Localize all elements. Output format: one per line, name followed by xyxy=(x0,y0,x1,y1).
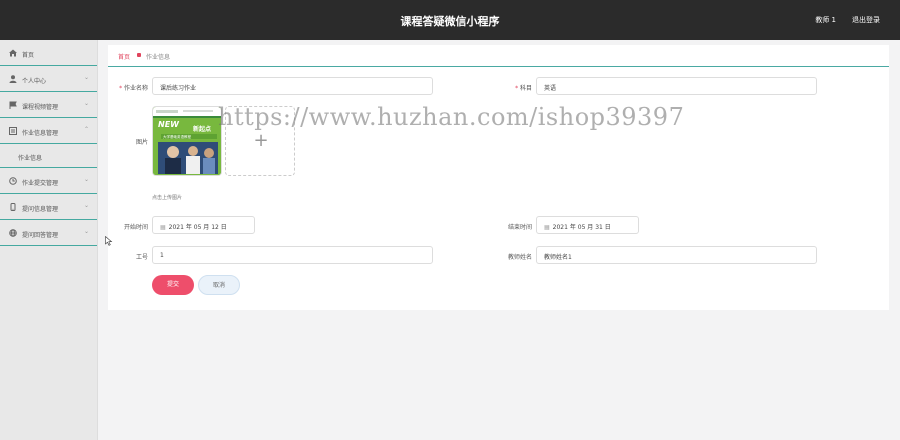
book-title: 新起点 xyxy=(193,125,211,133)
chevron-up-icon: ⌃ xyxy=(83,126,89,133)
sidebar-item-label: 提问回答管理 xyxy=(22,232,59,239)
sidebar-item-label: 个人中心 xyxy=(22,78,47,85)
book-cover-image: NEW 新起点 大学基础英语教程 xyxy=(153,107,221,175)
upload-hint: 点击上传图片 xyxy=(152,195,183,201)
sidebar-item-homework-submit[interactable]: 作业提交管理 ⌄ xyxy=(0,168,97,194)
worker-id-label: 工号 xyxy=(135,254,148,261)
top-bar: 课程答疑微信小程序 教师 1 退出登录 xyxy=(0,0,900,40)
calendar-icon: ▦ xyxy=(160,224,166,231)
end-date-picker[interactable]: ▦ 2021 年 05 月 31 日 xyxy=(536,216,639,234)
subject-label: * 科目 xyxy=(515,85,532,92)
chevron-down-icon: ⌄ xyxy=(83,176,89,183)
person-icon xyxy=(9,75,17,83)
teacher-name-input[interactable]: 教师姓名1 xyxy=(536,246,817,264)
sidebar-item-label: 首页 xyxy=(22,52,35,59)
mouse-cursor-icon xyxy=(105,236,113,246)
flag-icon xyxy=(9,101,17,109)
sidebar-item-question-info[interactable]: 提问信息管理 ⌄ xyxy=(0,194,97,220)
watermark-text: https://www.huzhan.com/ishop39397 xyxy=(218,103,685,131)
sidebar-item-label: 作业信息管理 xyxy=(22,130,59,137)
calendar-icon: ▦ xyxy=(544,224,550,231)
logout-link[interactable]: 退出登录 xyxy=(852,15,880,25)
current-user[interactable]: 教师 1 xyxy=(815,15,836,25)
globe-icon xyxy=(9,229,17,237)
plus-icon: + xyxy=(253,130,269,151)
sidebar: 首页 个人中心 ⌄ 课程视频管理 ⌄ 作业信息管理 ⌃ 作业信息 作业提交管理 … xyxy=(0,40,98,440)
image-label: 图片 xyxy=(135,139,148,146)
sidebar-item-label: 作业提交管理 xyxy=(22,180,59,187)
clock-icon xyxy=(9,177,17,185)
sidebar-item-label: 提问信息管理 xyxy=(22,206,59,213)
sidebar-item-label: 作业信息 xyxy=(18,155,43,162)
book-logo: NEW xyxy=(158,120,180,129)
name-label: * 作业名称 xyxy=(119,85,148,92)
app-title: 课程答疑微信小程序 xyxy=(400,15,500,28)
chevron-down-icon: ⌄ xyxy=(83,100,89,107)
sidebar-subitem-homework-info[interactable]: 作业信息 xyxy=(0,144,97,168)
sidebar-item-question-answer[interactable]: 提问回答管理 ⌄ xyxy=(0,220,97,246)
home-icon xyxy=(9,49,17,57)
uploaded-image[interactable]: NEW 新起点 大学基础英语教程 xyxy=(152,106,222,176)
worker-id-input[interactable]: 1 xyxy=(152,246,433,264)
chevron-down-icon: ⌄ xyxy=(83,74,89,81)
chevron-down-icon: ⌄ xyxy=(83,228,89,235)
sidebar-item-home[interactable]: 首页 xyxy=(0,40,97,66)
breadcrumb-current: 作业信息 xyxy=(146,54,171,61)
sidebar-item-course-video[interactable]: 课程视频管理 ⌄ xyxy=(0,92,97,118)
cancel-button[interactable]: 取消 xyxy=(198,275,240,295)
subject-input[interactable]: 英语 xyxy=(536,77,817,95)
end-time-label: 结束时间 xyxy=(507,224,532,231)
breadcrumb: 首页 作业信息 xyxy=(108,45,889,67)
chevron-down-icon: ⌄ xyxy=(83,202,89,209)
start-date-picker[interactable]: ▦ 2021 年 05 月 12 日 xyxy=(152,216,255,234)
book-subtitle: 大学基础英语教程 xyxy=(163,134,191,139)
homework-name-input[interactable]: 课后练习作业 xyxy=(152,77,433,95)
phone-icon xyxy=(9,203,17,211)
sidebar-item-homework-info[interactable]: 作业信息管理 ⌃ xyxy=(0,118,97,144)
document-icon xyxy=(9,127,17,135)
start-time-label: 开始时间 xyxy=(123,224,148,231)
sidebar-item-personal-center[interactable]: 个人中心 ⌄ xyxy=(0,66,97,92)
breadcrumb-separator-icon xyxy=(137,53,141,57)
sidebar-item-label: 课程视频管理 xyxy=(22,104,59,111)
teacher-name-label: 教师姓名 xyxy=(507,254,532,261)
submit-button[interactable]: 提交 xyxy=(152,275,194,295)
breadcrumb-home[interactable]: 首页 xyxy=(118,52,130,61)
